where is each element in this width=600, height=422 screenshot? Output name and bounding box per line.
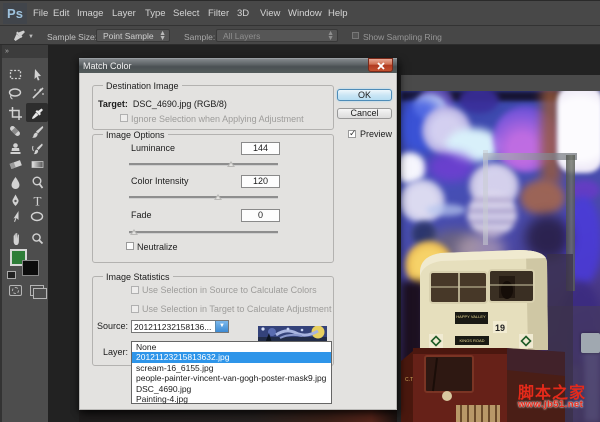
svg-text:KINGS ROAD: KINGS ROAD: [459, 338, 484, 343]
svg-text:19: 19: [495, 323, 505, 333]
svg-text:HAPPY VALLEY: HAPPY VALLEY: [456, 314, 486, 319]
svg-text:T: T: [33, 194, 41, 207]
svg-text:C.T: C.T: [405, 377, 413, 383]
